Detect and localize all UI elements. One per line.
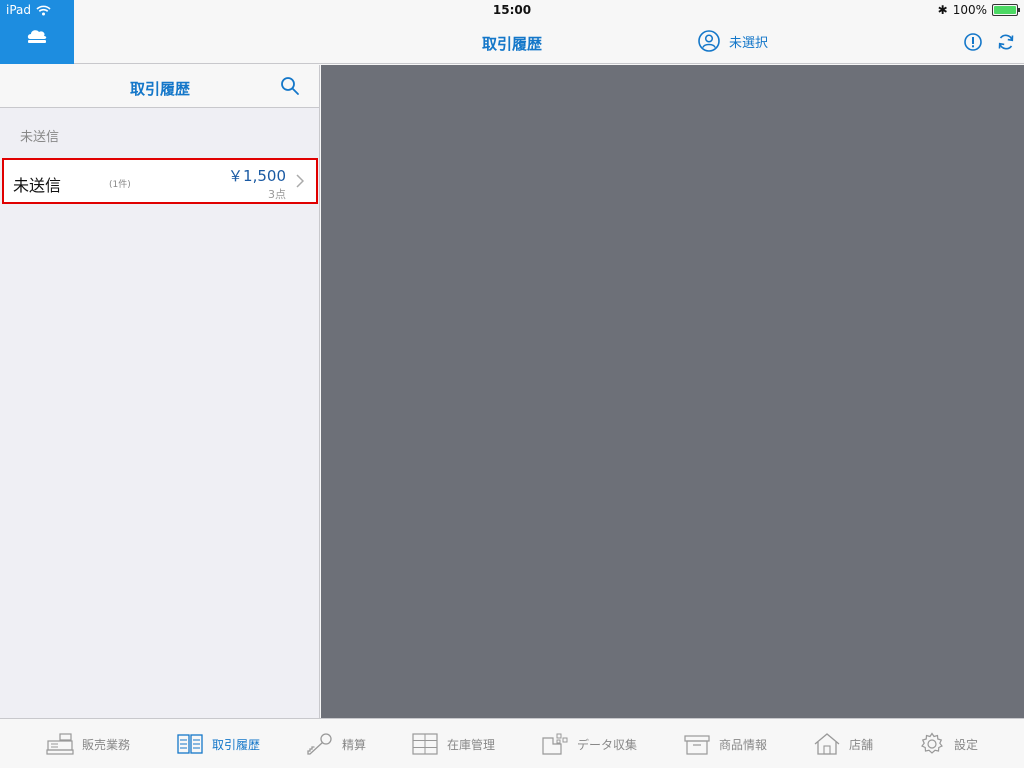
- master-title: 取引履歴: [129, 80, 190, 98]
- section-header: 未送信: [20, 130, 60, 145]
- tab-product-info[interactable]: 商品情報: [683, 719, 767, 768]
- cash-register-icon: [46, 733, 74, 755]
- tab-store[interactable]: 店舗: [813, 719, 873, 768]
- row-title: 未送信: [13, 176, 62, 195]
- tab-bar: 販売業務 取引履歴 精算 在庫管理 データ収集 商品情報 店舗 設定: [0, 718, 1024, 768]
- status-bar: iPad 15:00 ✱ 100%: [0, 0, 1024, 20]
- alert-button[interactable]: [964, 33, 982, 55]
- tab-label: 店舗: [849, 737, 874, 752]
- clock: 15:00: [492, 3, 532, 17]
- wifi-icon: [36, 5, 51, 15]
- exclamation-icon: [964, 33, 982, 51]
- master-pane: 取引履歴 未送信 未送信 (1件) ￥1,500 3点: [0, 65, 320, 718]
- search-button[interactable]: [280, 76, 300, 100]
- row-quantity: 3点: [268, 188, 286, 201]
- battery-percent: 100%: [952, 3, 987, 17]
- detail-pane: [321, 65, 1024, 718]
- row-count: (1件): [109, 180, 131, 190]
- page-title: 取引履歴: [481, 35, 542, 53]
- data-collection-icon: [542, 733, 568, 755]
- refresh-icon: [998, 34, 1014, 50]
- search-icon: [281, 77, 299, 95]
- tab-settlement[interactable]: 精算: [306, 719, 366, 768]
- row-amount: ￥1,500: [228, 167, 286, 185]
- refresh-button[interactable]: [997, 33, 1015, 55]
- master-header: 取引履歴: [0, 65, 319, 108]
- tab-label: 精算: [342, 737, 367, 752]
- tab-label: 在庫管理: [447, 737, 496, 752]
- device-name: iPad: [6, 3, 32, 17]
- tab-label: データ収集: [577, 737, 638, 752]
- ledger-book-icon: [177, 734, 203, 754]
- transaction-row[interactable]: 未送信 (1件) ￥1,500 3点: [2, 158, 318, 204]
- bluetooth-icon: ✱: [937, 3, 948, 17]
- chevron-right-icon: [296, 174, 304, 188]
- tab-label: 設定: [954, 737, 979, 752]
- cabinet-icon: [412, 733, 438, 755]
- user-selector[interactable]: 未選択: [698, 30, 768, 52]
- battery-icon: [992, 4, 1020, 16]
- tab-label: 取引履歴: [212, 737, 261, 752]
- store-house-icon: [814, 733, 840, 755]
- tab-data-collection[interactable]: データ収集: [541, 719, 637, 768]
- tab-label: 商品情報: [719, 737, 768, 752]
- cloud-register-icon: [27, 30, 47, 43]
- key-icon: [307, 733, 332, 755]
- tab-label: 販売業務: [82, 737, 131, 752]
- user-icon: [698, 30, 720, 52]
- tab-inventory[interactable]: 在庫管理: [411, 719, 495, 768]
- tab-sales[interactable]: 販売業務: [46, 719, 130, 768]
- battery-fill: [994, 6, 1016, 14]
- product-box-icon: [684, 735, 710, 755]
- gear-icon: [921, 732, 943, 754]
- tab-settings[interactable]: 設定: [918, 719, 978, 768]
- user-label: 未選択: [729, 35, 769, 51]
- tab-transaction-history[interactable]: 取引履歴: [176, 719, 260, 768]
